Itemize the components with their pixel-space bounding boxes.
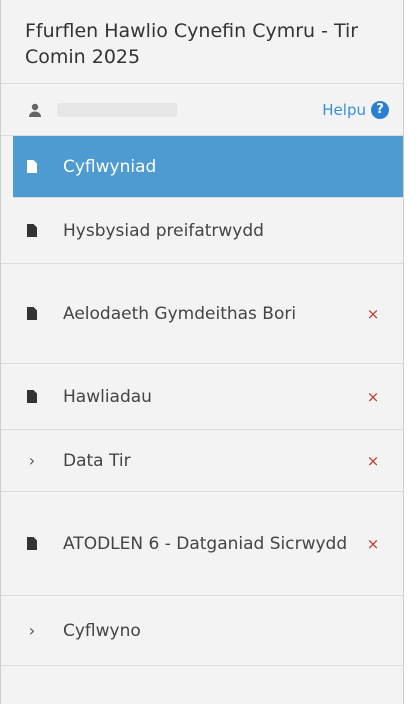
help-label: Helpu bbox=[322, 100, 366, 119]
nav-item-data-tir[interactable]: › Data Tir × bbox=[1, 430, 403, 492]
help-link[interactable]: Helpu ? bbox=[322, 100, 389, 119]
document-icon bbox=[25, 307, 39, 320]
section-nav: Cyflwyniad Hysbysiad preifatrwydd Aeloda… bbox=[1, 136, 403, 666]
user-bar: Helpu ? bbox=[1, 84, 403, 136]
user-name-redacted bbox=[57, 102, 177, 117]
side-navigation-panel: Ffurflen Hawlio Cynefin Cymru - Tir Comi… bbox=[0, 0, 404, 704]
nav-item-label: Cyflwyniad bbox=[63, 156, 157, 177]
form-title: Ffurflen Hawlio Cynefin Cymru - Tir Comi… bbox=[1, 0, 403, 84]
remove-icon[interactable]: × bbox=[363, 382, 383, 412]
document-icon bbox=[25, 224, 39, 237]
user-icon bbox=[29, 103, 41, 117]
nav-item-label: Aelodaeth Gymdeithas Bori bbox=[63, 303, 297, 324]
chevron-right-icon[interactable]: › bbox=[25, 446, 39, 476]
remove-icon[interactable]: × bbox=[363, 529, 383, 559]
nav-item-hysbysiad-preifatrwydd[interactable]: Hysbysiad preifatrwydd bbox=[1, 198, 403, 264]
nav-item-label: Hysbysiad preifatrwydd bbox=[63, 220, 264, 241]
chevron-right-icon[interactable]: › bbox=[25, 616, 39, 646]
nav-item-cyflwyniad[interactable]: Cyflwyniad bbox=[13, 136, 403, 198]
nav-item-label: Hawliadau bbox=[63, 386, 152, 407]
nav-item-hawliadau[interactable]: Hawliadau × bbox=[1, 364, 403, 430]
nav-item-atodlen-6[interactable]: ATODLEN 6 - Datganiad Sicrwydd × bbox=[1, 492, 403, 596]
remove-icon[interactable]: × bbox=[363, 446, 383, 476]
document-icon bbox=[25, 390, 39, 403]
remove-icon[interactable]: × bbox=[363, 299, 383, 329]
document-icon bbox=[25, 160, 39, 173]
nav-item-aelodaeth-gymdeithas-bori[interactable]: Aelodaeth Gymdeithas Bori × bbox=[1, 264, 403, 364]
question-circle-icon: ? bbox=[371, 100, 389, 119]
nav-item-label: ATODLEN 6 - Datganiad Sicrwydd bbox=[63, 533, 348, 554]
document-icon bbox=[25, 537, 39, 550]
nav-item-cyflwyno[interactable]: › Cyflwyno bbox=[1, 596, 403, 666]
nav-item-label: Data Tir bbox=[63, 450, 131, 471]
nav-item-label: Cyflwyno bbox=[63, 620, 141, 641]
